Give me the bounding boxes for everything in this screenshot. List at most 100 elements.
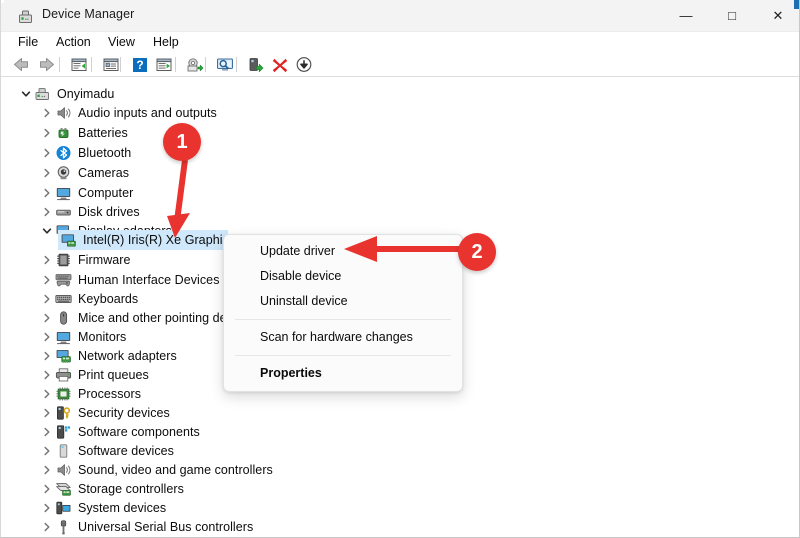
tree-item-label: Batteries — [78, 126, 128, 140]
tree-item-label: Print queues — [78, 368, 149, 382]
tree-item[interactable]: Firmware — [39, 250, 130, 270]
chevron-down-icon[interactable] — [18, 86, 34, 102]
chevron-right-icon[interactable] — [39, 145, 55, 161]
tree-item-label: Bluetooth — [78, 146, 132, 160]
maximize-button[interactable]: □ — [709, 0, 755, 31]
tree-item-label: Disk drives — [78, 205, 140, 219]
back-icon[interactable] — [11, 55, 31, 74]
chevron-right-icon[interactable] — [39, 252, 55, 268]
chevron-right-icon[interactable] — [39, 310, 55, 326]
update-driver-icon[interactable] — [185, 55, 205, 74]
menu-help[interactable]: Help — [150, 34, 182, 50]
tree-item[interactable]: Software devices — [39, 441, 174, 461]
tree-item-label: Firmware — [78, 253, 131, 267]
tree-item[interactable]: Security devices — [39, 403, 170, 423]
tree-item[interactable]: Keyboards — [39, 289, 138, 309]
chevron-right-icon[interactable] — [39, 185, 55, 201]
tree-item[interactable]: System devices — [39, 498, 166, 518]
context-menu-separator — [235, 355, 451, 356]
menu-bar: File Action View Help — [1, 32, 799, 52]
chevron-right-icon[interactable] — [39, 405, 55, 421]
system-device-icon — [55, 500, 72, 516]
tool-bar: ? — [1, 52, 799, 77]
tree-item-label: Security devices — [78, 406, 170, 420]
toolbar-separator — [175, 57, 176, 72]
tree-item[interactable]: Processors — [39, 384, 141, 404]
menu-view[interactable]: View — [105, 34, 138, 50]
svg-text:?: ? — [136, 58, 143, 72]
toolbar-separator — [205, 57, 206, 72]
minimize-icon: — — [679, 8, 693, 23]
monitor-icon — [55, 185, 72, 201]
tree-item[interactable]: Storage controllers — [39, 479, 184, 499]
toolbar-separator — [59, 57, 60, 72]
download-icon[interactable] — [294, 55, 314, 74]
window-title: Device Manager — [42, 7, 135, 21]
tree-item[interactable]: Batteries — [39, 123, 128, 143]
tree-item[interactable]: Monitors — [39, 327, 126, 347]
chevron-right-icon[interactable] — [39, 424, 55, 440]
maximize-icon: □ — [728, 8, 736, 23]
tree-item-label: Sound, video and game controllers — [78, 463, 273, 477]
tree-item[interactable]: Human Interface Devices — [39, 270, 220, 290]
chevron-right-icon[interactable] — [39, 329, 55, 345]
context-menu-item-disable-device[interactable]: Disable device — [224, 264, 462, 289]
show-hide-console-tree-icon[interactable] — [69, 55, 89, 74]
tree-item[interactable]: Audio inputs and outputs — [39, 103, 217, 123]
minimize-button[interactable]: — — [663, 0, 709, 31]
processor-icon — [55, 386, 72, 402]
chevron-right-icon[interactable] — [39, 165, 55, 181]
context-menu-item-uninstall-device[interactable]: Uninstall device — [224, 289, 462, 314]
tree-item[interactable]: Intel(R) Iris(R) Xe Graphics — [58, 230, 235, 250]
menu-file[interactable]: File — [15, 34, 41, 50]
chevron-right-icon[interactable] — [39, 204, 55, 220]
chevron-right-icon[interactable] — [39, 348, 55, 364]
chevron-right-icon[interactable] — [39, 443, 55, 459]
chevron-right-icon[interactable] — [39, 367, 55, 383]
chevron-right-icon[interactable] — [39, 519, 55, 535]
enable-device-icon[interactable] — [246, 55, 266, 74]
tree-item[interactable]: Bluetooth — [39, 143, 131, 163]
audio-icon — [55, 105, 72, 121]
context-menu-item-scan-for-hardware-changes[interactable]: Scan for hardware changes — [224, 325, 462, 350]
scan-for-hardware-changes-icon[interactable] — [215, 55, 235, 74]
software-device-icon — [55, 443, 72, 459]
security-device-icon — [55, 405, 72, 421]
tree-item[interactable]: Onyimadu — [18, 84, 114, 104]
chevron-right-icon[interactable] — [39, 500, 55, 516]
chevron-right-icon[interactable] — [39, 291, 55, 307]
tree-item[interactable]: Universal Serial Bus controllers — [39, 517, 253, 537]
tree-item[interactable]: Sound, video and game controllers — [39, 460, 273, 480]
help-icon[interactable]: ? — [130, 55, 150, 74]
tree-item-label: Computer — [78, 186, 134, 200]
close-icon: ✕ — [772, 8, 784, 23]
tree-item[interactable]: Software components — [39, 422, 200, 442]
usb-icon — [55, 519, 72, 535]
tree-item[interactable]: Network adapters — [39, 346, 177, 366]
toolbar-separator — [91, 57, 92, 72]
context-menu-item-update-driver[interactable]: Update driver — [224, 239, 462, 264]
chevron-right-icon[interactable] — [39, 386, 55, 402]
chevron-right-icon[interactable] — [39, 105, 55, 121]
tree-item[interactable]: Disk drives — [39, 202, 140, 222]
chevron-right-icon[interactable] — [39, 462, 55, 478]
close-button[interactable]: ✕ — [755, 0, 799, 31]
title-bar: Device Manager — □ ✕ — [1, 0, 799, 32]
chevron-right-icon[interactable] — [39, 272, 55, 288]
menu-action[interactable]: Action — [53, 34, 94, 50]
chevron-right-icon[interactable] — [39, 125, 55, 141]
tree-item[interactable]: Computer — [39, 183, 133, 203]
show-hide-action-pane-icon[interactable] — [154, 55, 174, 74]
forward-icon[interactable] — [37, 55, 57, 74]
tree-item-label: Software devices — [78, 444, 174, 458]
tree-item[interactable]: Cameras — [39, 163, 129, 183]
context-menu-item-properties[interactable]: Properties — [224, 361, 462, 386]
chevron-down-icon[interactable] — [39, 223, 55, 239]
tree-item-label: Processors — [78, 387, 142, 401]
tree-item-label: Network adapters — [78, 349, 177, 363]
tree-item[interactable]: Print queues — [39, 365, 149, 385]
bluetooth-icon — [55, 145, 72, 161]
chevron-right-icon[interactable] — [39, 481, 55, 497]
properties-icon[interactable] — [101, 55, 121, 74]
uninstall-device-icon[interactable] — [270, 55, 290, 74]
